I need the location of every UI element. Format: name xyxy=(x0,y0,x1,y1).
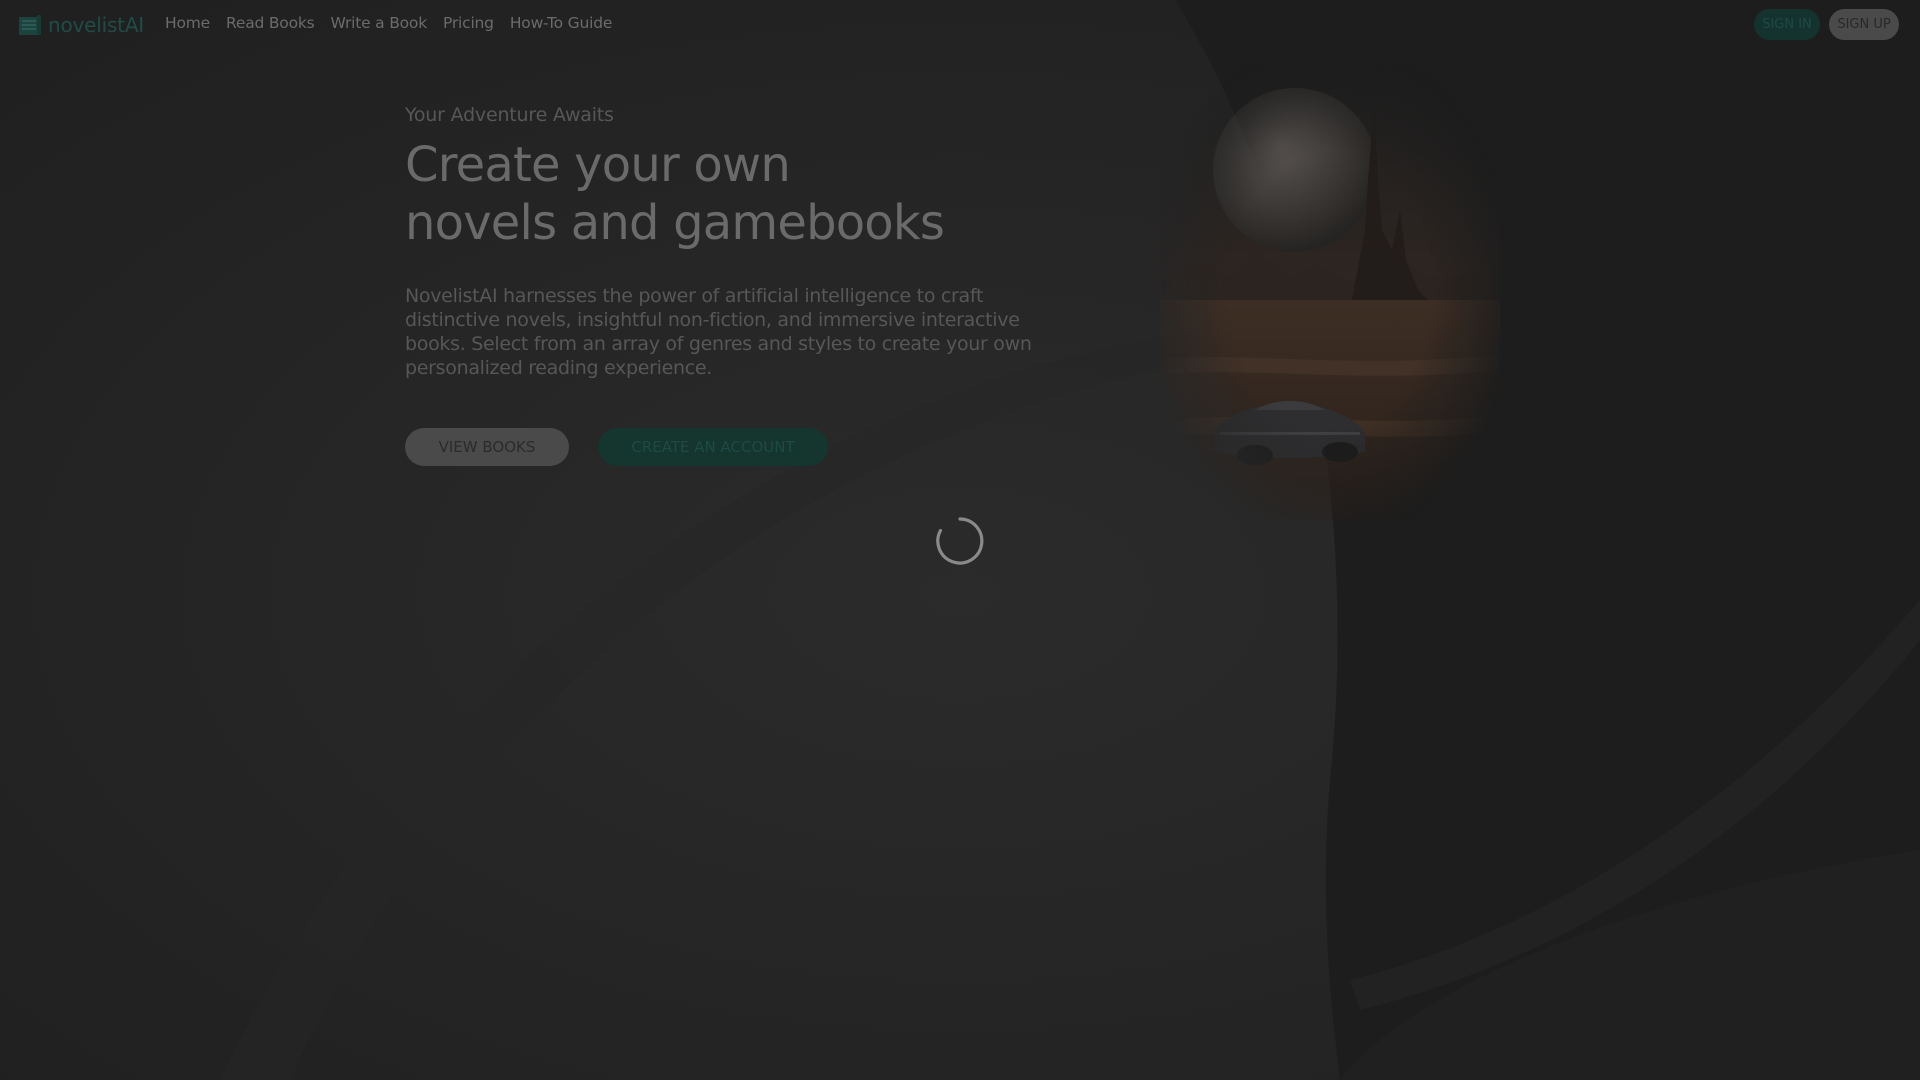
nav-pricing[interactable]: Pricing xyxy=(443,14,494,32)
view-books-button[interactable]: VIEW BOOKS xyxy=(405,428,569,466)
planet xyxy=(1213,88,1377,252)
nav-write-a-book[interactable]: Write a Book xyxy=(331,14,428,32)
hero-headline: Create your own novels and gamebooks xyxy=(405,136,1025,252)
page: novelistAI Home Read Books Write a Book … xyxy=(0,0,1920,1080)
headline-line-2: novels and gamebooks xyxy=(405,195,945,251)
book-stack-icon xyxy=(19,15,41,35)
nav-how-to-guide[interactable]: How-To Guide xyxy=(510,14,613,32)
loading-spinner-icon xyxy=(936,517,984,565)
hero-description: NovelistAI harnesses the power of artifi… xyxy=(405,285,1032,379)
sign-up-button[interactable]: SIGN UP xyxy=(1829,9,1899,40)
headline-line-1: Create your own xyxy=(405,137,791,193)
nav-home[interactable]: Home xyxy=(165,14,210,32)
nav-read-books[interactable]: Read Books xyxy=(226,14,315,32)
hero-eyebrow: Your Adventure Awaits xyxy=(405,104,614,126)
create-account-button[interactable]: CREATE AN ACCOUNT xyxy=(598,428,828,466)
main-nav: Home Read Books Write a Book Pricing How… xyxy=(165,14,612,32)
top-navigation: novelistAI Home Read Books Write a Book … xyxy=(0,0,1920,50)
logo-link[interactable]: novelistAI xyxy=(18,13,144,37)
hero-illustration xyxy=(1160,60,1500,520)
logo-text: novelistAI xyxy=(48,13,145,37)
sign-in-button[interactable]: SIGN IN xyxy=(1754,9,1820,40)
